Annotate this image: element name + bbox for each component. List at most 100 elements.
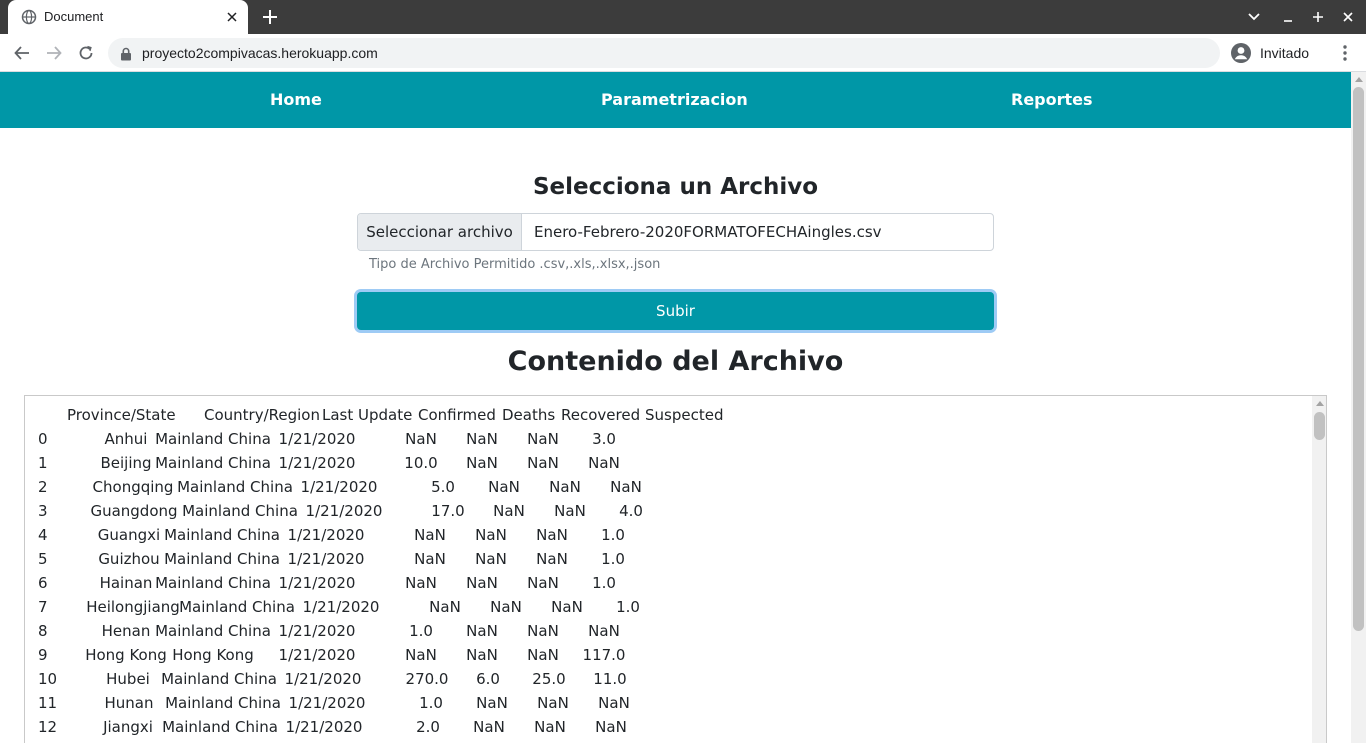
table-cell: NaN xyxy=(466,454,498,472)
close-tab-icon[interactable] xyxy=(224,9,240,25)
output-scrollbar[interactable] xyxy=(1312,396,1326,743)
table-cell: Beijing xyxy=(100,454,152,472)
table-cell: 117.0 xyxy=(582,646,626,664)
tab-title: Document xyxy=(44,9,104,24)
table-cell: Mainland China xyxy=(179,598,295,616)
table-cell: Guizhou xyxy=(98,550,160,568)
table-cell: 3.0 xyxy=(592,430,616,448)
table-cell: NaN xyxy=(549,478,581,496)
file-content-output[interactable]: Province/State Country/Region Last Update C… xyxy=(24,395,1327,743)
table-cell: 4.0 xyxy=(619,502,643,520)
table-cell: 1/21/2020 xyxy=(278,574,356,592)
table-cell: NaN xyxy=(493,502,525,520)
address-bar[interactable]: proyecto2compivacas.herokuapp.com xyxy=(108,38,1220,68)
table-cell: NaN xyxy=(536,550,568,568)
table-cell: 11.0 xyxy=(593,670,627,688)
table-cell: 6.0 xyxy=(476,670,500,688)
table-cell: Hong Kong xyxy=(172,646,254,664)
table-cell: 1.0 xyxy=(409,622,433,640)
table-cell: Mainland China xyxy=(155,622,271,640)
table-cell: 1/21/2020 xyxy=(288,694,366,712)
url-text: proyecto2compivacas.herokuapp.com xyxy=(142,45,378,61)
scroll-up-arrow-icon[interactable] xyxy=(1316,401,1324,406)
column-header: Province/State xyxy=(67,406,176,424)
table-cell: 25.0 xyxy=(532,670,566,688)
table-cell: 1.0 xyxy=(601,526,625,544)
content-heading: Contenido del Archivo xyxy=(507,346,844,377)
table-cell: 1/21/2020 xyxy=(278,622,356,640)
table-cell: Jiangxi xyxy=(103,718,153,736)
browser-tab-strip: Document xyxy=(0,0,1366,34)
row-index: 0 xyxy=(38,430,48,448)
table-cell: 5.0 xyxy=(431,478,455,496)
nav-link-reportes[interactable]: Reportes xyxy=(1011,90,1093,109)
column-header: Recovered xyxy=(561,406,641,424)
table-cell: 1/21/2020 xyxy=(284,670,362,688)
table-cell: Mainland China xyxy=(165,694,281,712)
back-arrow-icon[interactable] xyxy=(12,43,32,63)
reload-icon[interactable] xyxy=(76,43,96,63)
lock-icon xyxy=(120,46,132,61)
table-cell: NaN xyxy=(610,478,642,496)
column-header: Confirmed xyxy=(418,406,496,424)
table-cell: NaN xyxy=(527,430,559,448)
file-type-help: Tipo de Archivo Permitido .csv,.xls,.xls… xyxy=(369,257,661,272)
nav-link-home[interactable]: Home xyxy=(270,90,322,109)
scroll-up-arrow-icon[interactable] xyxy=(1355,77,1363,82)
row-index: 5 xyxy=(38,550,48,568)
table-cell: 1/21/2020 xyxy=(278,646,356,664)
chevron-down-icon[interactable] xyxy=(1246,9,1262,25)
profile-button[interactable]: Invitado xyxy=(1228,38,1326,68)
file-input[interactable]: Seleccionar archivo Enero-Febrero-2020FO… xyxy=(357,213,994,251)
table-cell: 10.0 xyxy=(404,454,438,472)
column-header: Last Update xyxy=(322,406,413,424)
table-cell: Mainland China xyxy=(155,430,271,448)
column-header: Deaths xyxy=(502,406,556,424)
column-header: Country/Region xyxy=(204,406,320,424)
globe-icon xyxy=(21,9,37,25)
browser-tab[interactable]: Document xyxy=(8,0,248,34)
row-index: 1 xyxy=(38,454,48,472)
close-window-icon[interactable] xyxy=(1340,9,1356,25)
row-index: 11 xyxy=(38,694,58,712)
row-index: 3 xyxy=(38,502,48,520)
table-cell: NaN xyxy=(527,622,559,640)
table-cell: 1.0 xyxy=(592,574,616,592)
avatar-icon xyxy=(1230,42,1252,64)
table-cell: NaN xyxy=(588,622,620,640)
maximize-icon[interactable] xyxy=(1310,9,1326,25)
row-index: 10 xyxy=(38,670,58,688)
output-scroll-thumb[interactable] xyxy=(1314,412,1325,440)
table-cell: NaN xyxy=(466,430,498,448)
table-cell: Mainland China xyxy=(164,550,280,568)
table-cell: Hunan xyxy=(104,694,154,712)
table-cell: 1/21/2020 xyxy=(287,526,365,544)
table-cell: 1.0 xyxy=(601,550,625,568)
upload-button[interactable]: Subir xyxy=(357,292,994,330)
table-cell: 1.0 xyxy=(419,694,443,712)
table-cell: NaN xyxy=(527,646,559,664)
table-cell: NaN xyxy=(488,478,520,496)
profile-label: Invitado xyxy=(1260,45,1310,61)
page-scrollbar[interactable] xyxy=(1351,72,1366,743)
minimize-icon[interactable] xyxy=(1280,9,1296,25)
row-index: 8 xyxy=(38,622,48,640)
table-cell: 1/21/2020 xyxy=(300,478,378,496)
table-cell: Hubei xyxy=(106,670,150,688)
file-content-table: Province/State Country/Region Last Update C… xyxy=(25,396,1312,743)
new-tab-icon[interactable] xyxy=(261,8,279,26)
forward-arrow-icon[interactable] xyxy=(44,43,64,63)
more-menu-icon[interactable] xyxy=(1336,43,1354,63)
row-index: 9 xyxy=(38,646,48,664)
table-cell: 1/21/2020 xyxy=(287,550,365,568)
choose-file-button[interactable]: Seleccionar archivo xyxy=(358,214,522,250)
column-header: Suspected xyxy=(645,406,724,424)
table-cell: Mainland China xyxy=(164,526,280,544)
selected-file-name: Enero-Febrero-2020FORMATOFECHAingles.csv xyxy=(534,223,882,241)
table-cell: Chongqing xyxy=(92,478,174,496)
table-cell: Henan xyxy=(101,622,151,640)
table-cell: NaN xyxy=(466,622,498,640)
page-scroll-thumb[interactable] xyxy=(1353,87,1364,631)
table-cell: Guangdong xyxy=(90,502,178,520)
nav-link-parametrizacion[interactable]: Parametrizacion xyxy=(601,90,748,109)
